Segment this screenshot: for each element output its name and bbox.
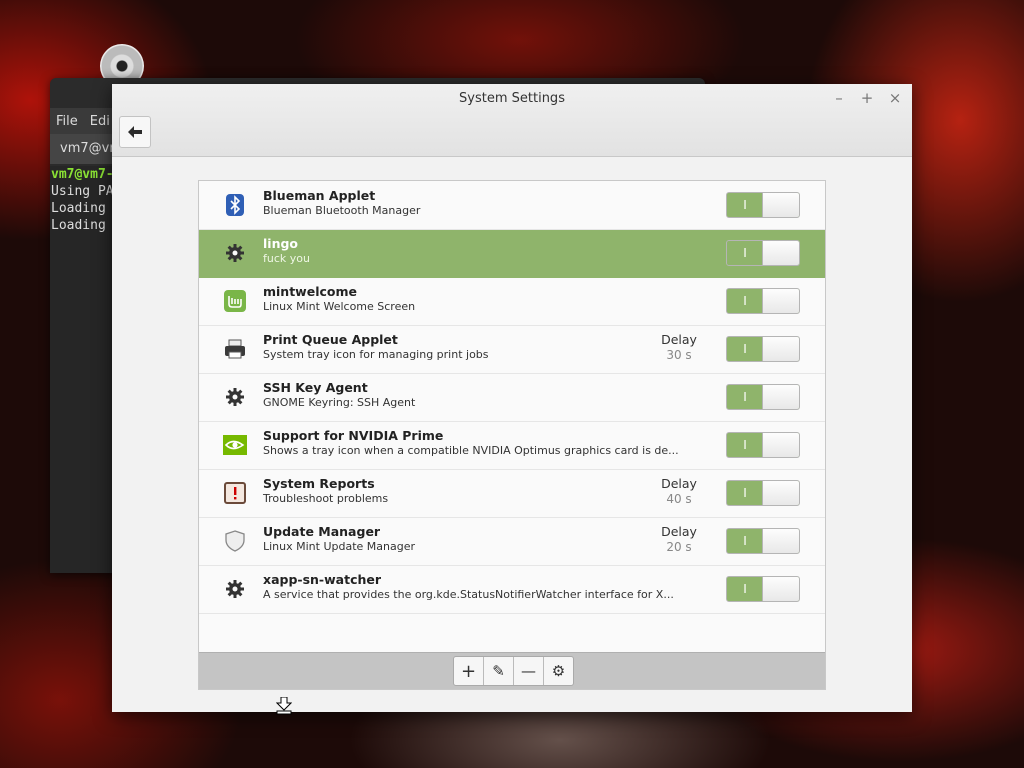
report-icon: [223, 481, 247, 505]
minimize-button[interactable]: –: [830, 88, 848, 108]
enable-toggle[interactable]: I: [726, 240, 800, 266]
app-name: lingo: [263, 236, 299, 251]
gears-icon: ⚙: [551, 662, 566, 680]
app-description: fuck you: [263, 252, 310, 265]
startup-app-row[interactable]: lingo fuck you I: [199, 229, 825, 278]
gear-icon: [223, 241, 247, 265]
app-description: Shows a tray icon when a compatible NVID…: [263, 444, 679, 457]
terminal-menu-edit[interactable]: Edi: [90, 114, 110, 129]
printer-icon: [223, 337, 247, 361]
delay-label: Delay: [661, 524, 697, 539]
terminal-menu-file[interactable]: File: [56, 114, 78, 129]
toggle-knob[interactable]: [762, 337, 799, 361]
delay-value: 20 s: [666, 540, 692, 554]
toggle-knob[interactable]: [762, 385, 799, 409]
toggle-on-label: I: [743, 582, 747, 596]
delay-value: 30 s: [666, 348, 692, 362]
enable-toggle[interactable]: I: [726, 432, 800, 458]
toggle-on-label: I: [743, 390, 747, 404]
app-name: Update Manager: [263, 524, 381, 539]
toggle-on-label: I: [743, 198, 747, 212]
toggle-on-label: I: [743, 246, 747, 260]
nvidia-icon: [223, 433, 247, 457]
app-description: System tray icon for managing print jobs: [263, 348, 489, 361]
toggle-knob[interactable]: [762, 529, 799, 553]
toggle-knob[interactable]: [762, 241, 799, 265]
toggle-on-label: I: [743, 486, 747, 500]
back-button[interactable]: [119, 116, 151, 148]
toggle-knob[interactable]: [762, 577, 799, 601]
enable-toggle[interactable]: I: [726, 336, 800, 362]
delay-label: Delay: [661, 332, 697, 347]
app-description: Troubleshoot problems: [263, 492, 389, 505]
minus-icon: —: [521, 662, 536, 680]
startup-app-row[interactable]: Print Queue Applet System tray icon for m…: [199, 325, 825, 374]
app-name: Support for NVIDIA Prime: [263, 428, 444, 443]
titlebar: System Settings – + ×: [112, 84, 912, 157]
enable-toggle[interactable]: I: [726, 384, 800, 410]
arrow-left-icon: [128, 126, 142, 138]
pencil-icon: ✎: [492, 662, 505, 680]
app-name: Blueman Applet: [263, 188, 376, 203]
toggle-knob[interactable]: [762, 433, 799, 457]
maximize-button[interactable]: +: [858, 88, 876, 108]
toggle-on-label: I: [743, 294, 747, 308]
system-settings-window: System Settings – + × xapp-sn-watcher A s…: [112, 84, 912, 712]
bluetooth-icon: [223, 193, 247, 217]
startup-app-row[interactable]: xapp-sn-watcher A service that provides t…: [199, 565, 825, 614]
app-name: SSH Key Agent: [263, 380, 368, 395]
toggle-knob[interactable]: [762, 193, 799, 217]
gear-icon: [223, 385, 247, 409]
app-name: xapp-sn-watcher: [263, 572, 382, 587]
startup-app-row[interactable]: SSH Key Agent GNOME Keyring: SSH Agent I: [199, 373, 825, 422]
run-now-button[interactable]: ⚙: [544, 657, 573, 685]
toggle-knob[interactable]: [762, 481, 799, 505]
enable-toggle[interactable]: I: [726, 576, 800, 602]
startup-app-row[interactable]: Update Manager Linux Mint Update Manager D…: [199, 517, 825, 566]
close-button[interactable]: ×: [886, 88, 904, 108]
add-button[interactable]: +: [454, 657, 484, 685]
mint-icon: [223, 289, 247, 313]
gear-icon: [223, 577, 247, 601]
startup-app-row[interactable]: Blueman Applet Blueman Bluetooth Manager I: [199, 181, 825, 230]
app-description: Linux Mint Welcome Screen: [263, 300, 416, 313]
list-toolbar: + ✎ — ⚙: [199, 652, 825, 689]
app-name: mintwelcome: [263, 284, 357, 299]
startup-app-row[interactable]: System Reports Troubleshoot problems Delay…: [199, 469, 825, 518]
delay-value: 40 s: [666, 492, 692, 506]
startup-app-row[interactable]: Support for NVIDIA Prime Shows a tray ico…: [199, 421, 825, 470]
app-description: A service that provides the org.kde.Stat…: [263, 588, 674, 601]
mouse-cursor-icon: [276, 697, 292, 715]
app-description: GNOME Keyring: SSH Agent: [263, 396, 416, 409]
enable-toggle[interactable]: I: [726, 288, 800, 314]
app-name: System Reports: [263, 476, 375, 491]
startup-app-row[interactable]: mintwelcome Linux Mint Welcome Screen I: [199, 277, 825, 326]
plus-icon: +: [460, 660, 477, 682]
window-title: System Settings: [459, 91, 565, 106]
shield-icon: [223, 529, 247, 553]
app-description: Linux Mint Update Manager: [263, 540, 416, 553]
delay-label: Delay: [661, 476, 697, 491]
enable-toggle[interactable]: I: [726, 528, 800, 554]
app-description: Blueman Bluetooth Manager: [263, 204, 421, 217]
toolbar-button-group: + ✎ — ⚙: [453, 656, 574, 686]
toggle-on-label: I: [743, 438, 747, 452]
enable-toggle[interactable]: I: [726, 480, 800, 506]
toggle-knob[interactable]: [762, 289, 799, 313]
edit-button[interactable]: ✎: [484, 657, 514, 685]
toggle-on-label: I: [743, 534, 747, 548]
toggle-on-label: I: [743, 342, 747, 356]
remove-button[interactable]: —: [514, 657, 544, 685]
startup-apps-list: xapp-sn-watcher A service that provides t…: [198, 180, 826, 690]
app-name: Print Queue Applet: [263, 332, 398, 347]
enable-toggle[interactable]: I: [726, 192, 800, 218]
